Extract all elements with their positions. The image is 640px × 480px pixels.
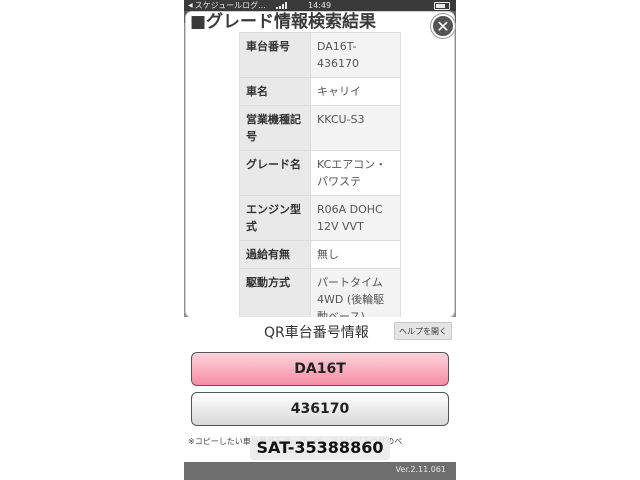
- row-value: パートタイム4WD (後輪駆動ベース): [310, 268, 401, 317]
- model-code-button[interactable]: DA16T: [191, 352, 449, 386]
- row-key: 車名: [239, 77, 311, 106]
- row-value: DA16T-436170: [310, 32, 401, 78]
- row-value: R06A DOHC 12V VVT: [310, 195, 401, 241]
- grade-result-modal: ■グレード情報検索結果 車台番号 DA16T-436170 車名 キャリイ 営業…: [186, 12, 454, 317]
- row-key: 車台番号: [239, 32, 311, 78]
- row-key: 過給有無: [239, 240, 311, 269]
- row-key: 営業機種記号: [239, 105, 311, 151]
- close-icon: ✕: [436, 17, 450, 36]
- copied-toast: SAT-35388860: [250, 436, 390, 460]
- qr-section-title: QR車台番号情報: [264, 325, 369, 341]
- row-value: キャリイ: [310, 77, 401, 106]
- row-key: エンジン型式: [239, 195, 311, 241]
- grade-info-table: 車台番号 DA16T-436170 車名 キャリイ 営業機種記号 KKCU-S3…: [239, 32, 401, 317]
- battery-icon: [434, 2, 450, 10]
- row-key: 駆動方式: [239, 268, 311, 317]
- status-bar: ◀ スケジュールログ... 14:49: [184, 0, 456, 11]
- row-value: KKCU-S3: [310, 105, 401, 151]
- close-modal-button[interactable]: ✕: [431, 14, 455, 38]
- table-row: 車台番号 DA16T-436170: [239, 32, 401, 78]
- version-label: Ver.2.11.061: [395, 465, 447, 474]
- footer-bar: Ver.2.11.061: [184, 462, 456, 480]
- back-app-label: スケジュールログ...: [194, 1, 266, 10]
- row-key: グレード名: [239, 150, 311, 196]
- open-help-button[interactable]: ヘルプを開く: [394, 322, 452, 340]
- table-row: 過給有無 無し: [239, 240, 401, 269]
- table-row: 駆動方式 パートタイム4WD (後輪駆動ベース): [239, 268, 401, 317]
- row-value: KCエアコン・パワステ: [310, 150, 401, 196]
- table-row: 営業機種記号 KKCU-S3: [239, 105, 401, 151]
- table-row: グレード名 KCエアコン・パワステ: [239, 150, 401, 196]
- back-to-app[interactable]: ◀ スケジュールログ...: [188, 0, 266, 11]
- serial-number-button[interactable]: 436170: [191, 392, 449, 426]
- modal-title: ■グレード情報検索結果: [190, 12, 377, 32]
- status-time: 14:49: [308, 1, 332, 10]
- table-row: 車名 キャリイ: [239, 77, 401, 106]
- row-value: 無し: [310, 240, 401, 269]
- back-arrow-icon: ◀: [188, 2, 193, 9]
- signal-icon: [276, 2, 287, 9]
- table-row: エンジン型式 R06A DOHC 12V VVT: [239, 195, 401, 241]
